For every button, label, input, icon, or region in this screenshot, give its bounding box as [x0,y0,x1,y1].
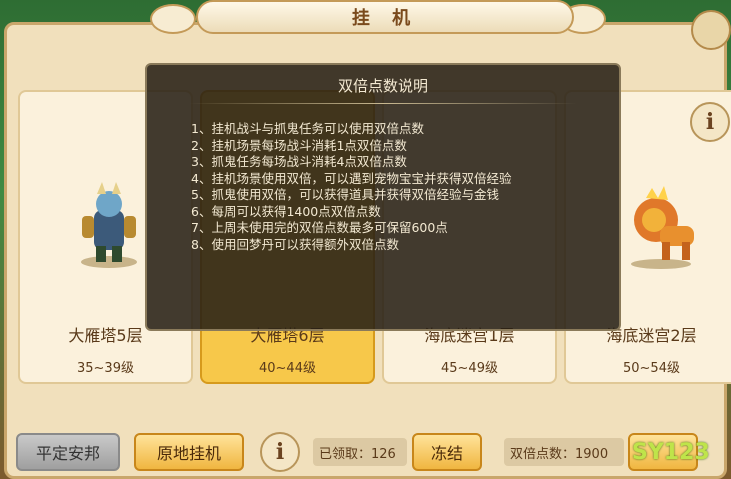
site-watermark: SY123 [632,440,710,465]
info-icon[interactable]: i [260,432,300,472]
info-icon[interactable]: i [690,102,730,142]
bottom-bar: 平定安邦 原地挂机 i 已领取：126 冻结 双倍点数：1900 [0,424,731,479]
panel-title: 挂 机 [351,8,419,29]
rule-item: 1、挂机战斗与抓鬼任务可以使用双倍点数 [191,121,424,136]
rule-item: 5、抓鬼使用双倍，可以获得道具并获得双倍经验与金钱 [191,187,499,202]
title-ornament-left [150,4,196,34]
map-card-level: 50~54级 [623,361,680,376]
dialog-rules-list: 1、挂机战斗与抓鬼任务可以使用双倍点数 2、挂机场景每场战斗消耗1点双倍点数 3… [191,121,551,253]
map-card-level: 35~39级 [77,361,134,376]
lion-monster-icon [631,186,694,269]
rule-item: 2、挂机场景每场战斗消耗1点双倍点数 [191,137,407,153]
map-card-level: 40~44级 [259,361,316,376]
rule-item: 8、使用回梦丹可以获得额外双倍点数 [191,236,399,252]
freeze-button[interactable]: 冻结 [412,433,482,471]
rule-item: 4、挂机场景使用双倍，可以遇到宠物宝宝并获得双倍经验 [191,170,512,186]
pacify-button[interactable]: 平定安邦 [16,433,120,471]
panel-title-plate: 挂 机 [196,0,574,34]
close-button[interactable] [691,10,731,50]
rule-item: 3、抓鬼任务每场战斗消耗4点双倍点数 [191,154,407,169]
dialog-divider [189,103,577,104]
map-card-level: 45~49级 [441,361,498,376]
double-points-dialog: 双倍点数说明 1、挂机战斗与抓鬼任务可以使用双倍点数 2、挂机场景每场战斗消耗1… [145,63,621,331]
dialog-title: 双倍点数说明 [337,77,428,95]
claimed-points-field: 已领取：126 [313,438,407,466]
double-points-field: 双倍点数：1900 [504,438,624,466]
rule-item: 7、上周未使用完的双倍点数最多可保留600点 [191,220,448,235]
idle-in-place-button[interactable]: 原地挂机 [134,433,244,471]
rule-item: 6、每周可以获得1400点双倍点数 [191,203,381,219]
monster-icon [81,182,137,268]
